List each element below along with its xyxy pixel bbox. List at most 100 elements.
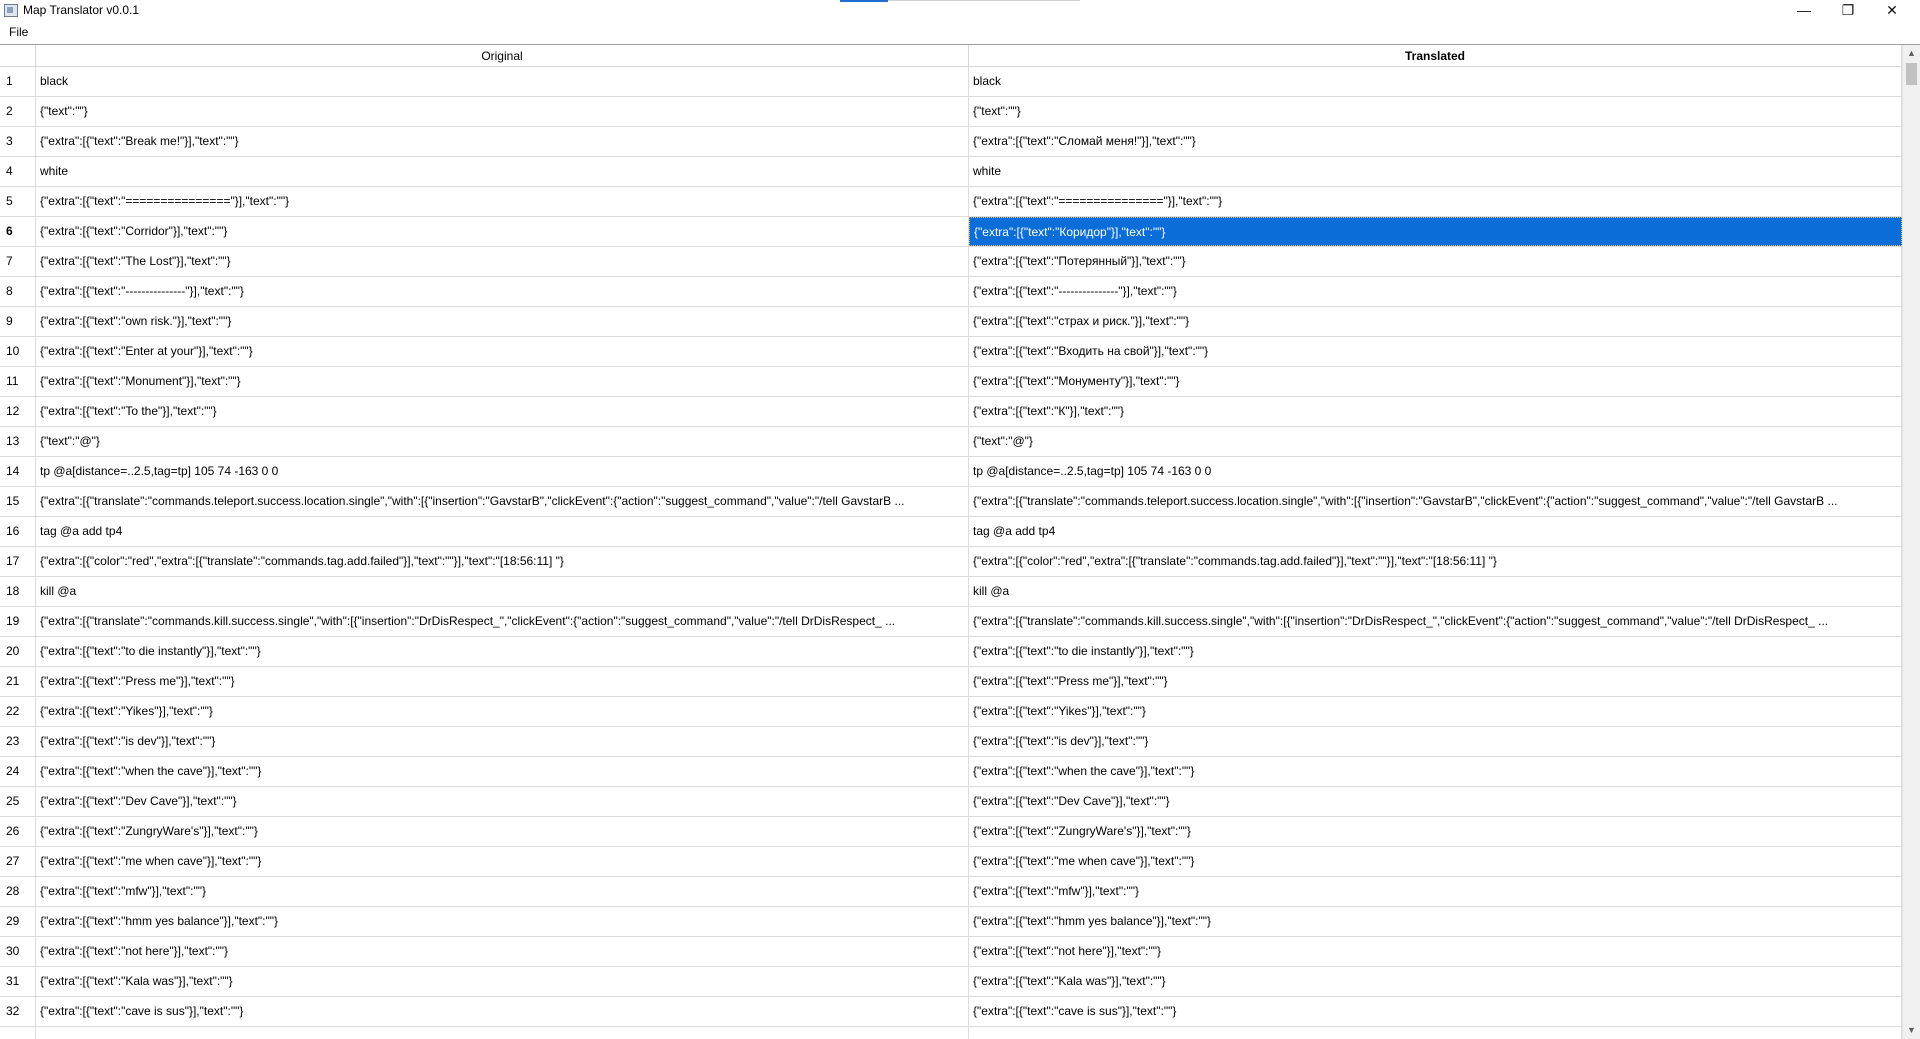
row-number[interactable] bbox=[0, 1027, 36, 1039]
cell-original[interactable]: {"extra":[{"text":"is dev"}],"text":""} bbox=[36, 727, 969, 756]
row-number[interactable]: 9 bbox=[0, 307, 36, 336]
cell-original[interactable]: kill @a bbox=[36, 577, 969, 606]
cell-original[interactable]: {"extra":[{"text":"---------------"}],"t… bbox=[36, 277, 969, 306]
cell-translated[interactable] bbox=[969, 1027, 1902, 1039]
cell-original[interactable]: {"text":"@"} bbox=[36, 427, 969, 456]
cell-translated[interactable]: {"extra":[{"text":"to die instantly"}],"… bbox=[969, 637, 1902, 666]
cell-translated[interactable]: {"extra":[{"text":"me when cave"}],"text… bbox=[969, 847, 1902, 876]
cell-original[interactable]: {"extra":[{"text":"not here"}],"text":""… bbox=[36, 937, 969, 966]
row-number[interactable]: 27 bbox=[0, 847, 36, 876]
row-number[interactable]: 15 bbox=[0, 487, 36, 516]
table-row[interactable]: 3 {"extra":[{"text":"Break me!"}],"text":… bbox=[0, 127, 1902, 157]
cell-original[interactable]: {"text":""} bbox=[36, 97, 969, 126]
table-row[interactable]: 31 {"extra":[{"text":"Kala was"}],"text":… bbox=[0, 967, 1902, 997]
cell-original[interactable]: {"extra":[{"text":"Corridor"}],"text":""… bbox=[36, 217, 969, 246]
cell-translated[interactable]: {"extra":[{"text":"cave is sus"}],"text"… bbox=[969, 997, 1902, 1026]
row-number[interactable]: 19 bbox=[0, 607, 36, 636]
row-number[interactable]: 7 bbox=[0, 247, 36, 276]
table-row[interactable]: 4 white white bbox=[0, 157, 1902, 187]
table-row[interactable]: 10 {"extra":[{"text":"Enter at your"}],"t… bbox=[0, 337, 1902, 367]
cell-translated[interactable]: {"extra":[{"translate":"commands.telepor… bbox=[969, 487, 1902, 516]
row-number[interactable]: 26 bbox=[0, 817, 36, 846]
cell-translated[interactable]: white bbox=[969, 157, 1902, 186]
table-row[interactable]: 28 {"extra":[{"text":"mfw"}],"text":""} {"… bbox=[0, 877, 1902, 907]
row-number[interactable]: 2 bbox=[0, 97, 36, 126]
table-row[interactable]: 15 {"extra":[{"translate":"commands.telep… bbox=[0, 487, 1902, 517]
cell-translated[interactable]: {"extra":[{"text":"Монументу"}],"text":"… bbox=[969, 367, 1902, 396]
row-number[interactable]: 16 bbox=[0, 517, 36, 546]
row-number[interactable]: 12 bbox=[0, 397, 36, 426]
cell-translated[interactable]: {"extra":[{"text":"is dev"}],"text":""} bbox=[969, 727, 1902, 756]
table-row[interactable]: 23 {"extra":[{"text":"is dev"}],"text":""… bbox=[0, 727, 1902, 757]
close-button[interactable]: ✕ bbox=[1872, 0, 1912, 22]
menu-file[interactable]: File bbox=[9, 25, 28, 39]
row-number[interactable]: 30 bbox=[0, 937, 36, 966]
cell-translated[interactable]: {"extra":[{"translate":"commands.kill.su… bbox=[969, 607, 1902, 636]
cell-translated[interactable]: {"extra":[{"text":"---------------"}],"t… bbox=[969, 277, 1902, 306]
cell-translated[interactable]: tp @a[distance=..2.5,tag=tp] 105 74 -163… bbox=[969, 457, 1902, 486]
cell-translated[interactable]: kill @a bbox=[969, 577, 1902, 606]
cell-translated[interactable]: {"extra":[{"text":"mfw"}],"text":""} bbox=[969, 877, 1902, 906]
cell-translated[interactable]: {"extra":[{"text":"Yikes"}],"text":""} bbox=[969, 697, 1902, 726]
table-row[interactable]: 19 {"extra":[{"translate":"commands.kill.… bbox=[0, 607, 1902, 637]
scroll-down-icon[interactable]: ▼ bbox=[1903, 1022, 1920, 1039]
cell-translated-selected[interactable]: {"extra":[{"text":"Коридор"}],"text":""} bbox=[969, 217, 1902, 246]
row-number[interactable]: 31 bbox=[0, 967, 36, 996]
cell-original[interactable]: {"extra":[{"text":"Yikes"}],"text":""} bbox=[36, 697, 969, 726]
row-number[interactable]: 5 bbox=[0, 187, 36, 216]
row-number[interactable]: 8 bbox=[0, 277, 36, 306]
row-number[interactable]: 18 bbox=[0, 577, 36, 606]
table-row[interactable]: 27 {"extra":[{"text":"me when cave"}],"te… bbox=[0, 847, 1902, 877]
table-row[interactable]: 7 {"extra":[{"text":"The Lost"}],"text":"… bbox=[0, 247, 1902, 277]
row-number[interactable]: 29 bbox=[0, 907, 36, 936]
table-row[interactable]: 20 {"extra":[{"text":"to die instantly"}]… bbox=[0, 637, 1902, 667]
table-row[interactable]: 13 {"text":"@"} {"text":"@"} bbox=[0, 427, 1902, 457]
cell-translated[interactable]: {"extra":[{"text":"Сломай меня!"}],"text… bbox=[969, 127, 1902, 156]
cell-translated[interactable]: {"extra":[{"text":"==============="}],"t… bbox=[969, 187, 1902, 216]
table-row[interactable]: 17 {"extra":[{"color":"red","extra":[{"tr… bbox=[0, 547, 1902, 577]
table-row[interactable]: 22 {"extra":[{"text":"Yikes"}],"text":""}… bbox=[0, 697, 1902, 727]
cell-translated[interactable]: {"extra":[{"text":"Потерянный"}],"text":… bbox=[969, 247, 1902, 276]
cell-original[interactable]: {"extra":[{"text":"Break me!"}],"text":"… bbox=[36, 127, 969, 156]
cell-original[interactable]: {"extra":[{"text":"when the cave"}],"tex… bbox=[36, 757, 969, 786]
cell-translated[interactable]: black bbox=[969, 67, 1902, 96]
cell-translated[interactable]: {"extra":[{"text":"Kala was"}],"text":""… bbox=[969, 967, 1902, 996]
table-row[interactable]: 24 {"extra":[{"text":"when the cave"}],"t… bbox=[0, 757, 1902, 787]
table-row[interactable]: 32 {"extra":[{"text":"cave is sus"}],"tex… bbox=[0, 997, 1902, 1027]
cell-translated[interactable]: tag @a add tp4 bbox=[969, 517, 1902, 546]
cell-original[interactable]: tp @a[distance=..2.5,tag=tp] 105 74 -163… bbox=[36, 457, 969, 486]
scroll-up-icon[interactable]: ▲ bbox=[1903, 45, 1920, 62]
cell-translated[interactable]: {"text":"@"} bbox=[969, 427, 1902, 456]
cell-original[interactable]: {"extra":[{"text":"me when cave"}],"text… bbox=[36, 847, 969, 876]
table-row[interactable] bbox=[0, 1027, 1902, 1039]
row-number[interactable]: 3 bbox=[0, 127, 36, 156]
row-number[interactable]: 14 bbox=[0, 457, 36, 486]
cell-original[interactable]: {"extra":[{"text":"Monument"}],"text":""… bbox=[36, 367, 969, 396]
cell-original[interactable]: {"extra":[{"text":"hmm yes balance"}],"t… bbox=[36, 907, 969, 936]
table-row[interactable]: 9 {"extra":[{"text":"own risk."}],"text":… bbox=[0, 307, 1902, 337]
row-number[interactable]: 1 bbox=[0, 67, 36, 96]
cell-translated[interactable]: {"extra":[{"text":"ZungryWare's"}],"text… bbox=[969, 817, 1902, 846]
cell-translated[interactable]: {"extra":[{"text":"when the cave"}],"tex… bbox=[969, 757, 1902, 786]
cell-translated[interactable]: {"extra":[{"color":"red","extra":[{"tran… bbox=[969, 547, 1902, 576]
row-number[interactable]: 22 bbox=[0, 697, 36, 726]
cell-original[interactable]: {"extra":[{"translate":"commands.kill.su… bbox=[36, 607, 969, 636]
row-number[interactable]: 25 bbox=[0, 787, 36, 816]
row-number[interactable]: 6 bbox=[0, 217, 36, 246]
table-row[interactable]: 11 {"extra":[{"text":"Monument"}],"text":… bbox=[0, 367, 1902, 397]
table-row[interactable]: 14 tp @a[distance=..2.5,tag=tp] 105 74 -1… bbox=[0, 457, 1902, 487]
cell-translated[interactable]: {"text":""} bbox=[969, 97, 1902, 126]
row-number[interactable]: 23 bbox=[0, 727, 36, 756]
table-row[interactable]: 25 {"extra":[{"text":"Dev Cave"}],"text":… bbox=[0, 787, 1902, 817]
table-row[interactable]: 6 {"extra":[{"text":"Corridor"}],"text":"… bbox=[0, 217, 1902, 247]
translation-table[interactable]: Original Translated 1 black black 2 {"text":… bbox=[0, 44, 1920, 1039]
table-row[interactable]: 26 {"extra":[{"text":"ZungryWare's"}],"te… bbox=[0, 817, 1902, 847]
table-row[interactable]: 12 {"extra":[{"text":"To the"}],"text":""… bbox=[0, 397, 1902, 427]
cell-original[interactable]: {"extra":[{"text":"own risk."}],"text":"… bbox=[36, 307, 969, 336]
cell-translated[interactable]: {"extra":[{"text":"Press me"}],"text":""… bbox=[969, 667, 1902, 696]
row-number[interactable]: 24 bbox=[0, 757, 36, 786]
cell-translated[interactable]: {"extra":[{"text":"hmm yes balance"}],"t… bbox=[969, 907, 1902, 936]
row-number[interactable]: 11 bbox=[0, 367, 36, 396]
cell-original[interactable]: {"extra":[{"text":"mfw"}],"text":""} bbox=[36, 877, 969, 906]
row-number[interactable]: 13 bbox=[0, 427, 36, 456]
